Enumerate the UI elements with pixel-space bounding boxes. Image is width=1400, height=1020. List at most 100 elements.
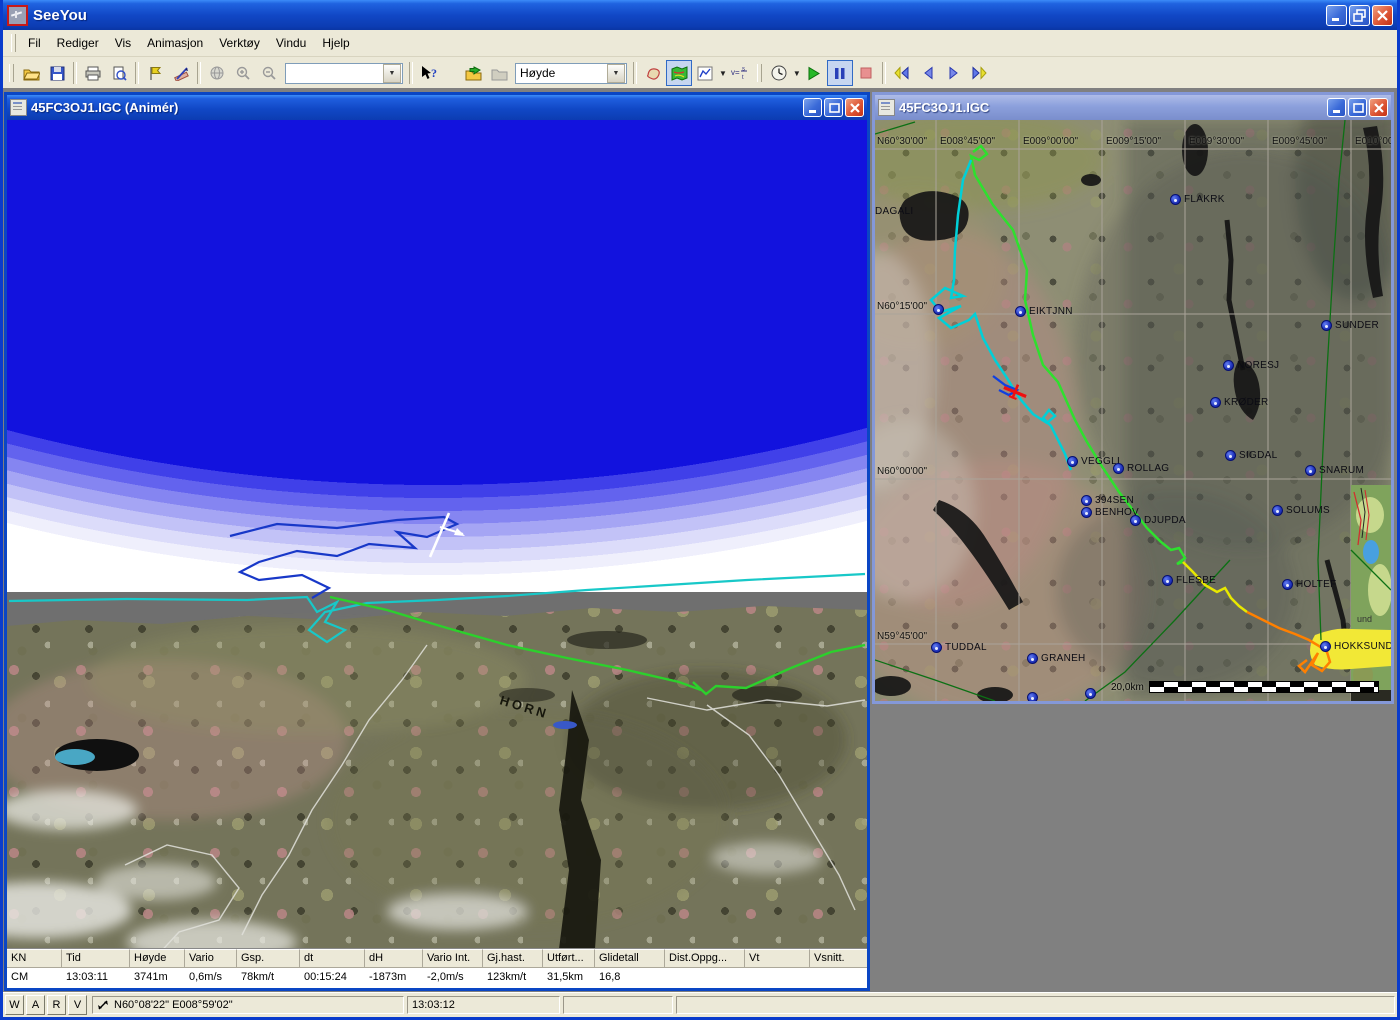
child-minimize-button[interactable] [803, 98, 822, 117]
color-by-dropdown[interactable]: ▼ [607, 64, 625, 83]
stop-button[interactable] [853, 60, 879, 86]
table-header-cell: Vario Int. [423, 949, 483, 968]
latitude-grid-label: N59°45'00" [877, 631, 927, 642]
table-header-cell: Gsp. [237, 949, 300, 968]
open-flight-button[interactable] [460, 60, 486, 86]
globe-button-disabled [204, 60, 230, 86]
menu-item[interactable]: Hjelp [314, 33, 357, 53]
svg-text:v=: v= [731, 68, 740, 77]
animation-time: 13:03:12 [412, 999, 455, 1011]
mdi-workspace: 45FC3OJ1.IGC (Animér) [3, 88, 1397, 992]
app-titlebar[interactable]: SeeYou [3, 0, 1397, 30]
waypoint-marker: DJUPDA [1130, 515, 1186, 526]
waypoint-icon [1321, 320, 1332, 331]
waypoint-marker: KRØDER [1210, 397, 1269, 408]
window-map-titlebar[interactable]: 45FC3OJ1.IGC [875, 95, 1391, 120]
flight-table-header: KNTidHøydeVarioGsp.dtdHVario Int.Gj.hast… [7, 949, 867, 968]
waypoint-marker: GRANEH [1027, 653, 1086, 664]
statusbar-mode-button[interactable]: V [68, 995, 87, 1015]
table-header-cell: KN [7, 949, 62, 968]
menu-item[interactable]: Rediger [49, 33, 107, 53]
waypoint-icon [933, 304, 944, 315]
pan-arrow-icon [97, 999, 110, 1011]
status-panel-empty-2 [676, 996, 1395, 1014]
waypoint-marker: DAGALI [875, 206, 913, 217]
play-button[interactable] [801, 60, 827, 86]
pause-button[interactable] [827, 60, 853, 86]
table-header-cell: dH [365, 949, 423, 968]
three-d-flight-view[interactable]: HORN [7, 120, 867, 949]
map-edge-label: und [1357, 614, 1372, 624]
print-button[interactable] [80, 60, 106, 86]
latitude-grid-label: N60°30'00" [877, 136, 927, 147]
waypoint-marker: FLAKRK [1170, 194, 1225, 205]
waypoint-marker [1085, 688, 1099, 699]
map-scale-bar: 20,0km [1111, 681, 1379, 693]
measure-button[interactable] [168, 60, 194, 86]
menu-item[interactable]: Animasjon [139, 33, 211, 53]
print-preview-button[interactable] [106, 60, 132, 86]
seek-start-button[interactable] [889, 60, 915, 86]
context-help-button[interactable]: ? [416, 60, 442, 86]
statusbar-mode-button[interactable]: A [26, 995, 45, 1015]
step-back-button[interactable] [915, 60, 941, 86]
flight-document-icon [878, 99, 895, 116]
airspace-button[interactable] [640, 60, 666, 86]
waypoint-marker: HOKKSUND [1320, 641, 1391, 652]
table-header-cell: Tid [62, 949, 130, 968]
flight-graph-button[interactable] [692, 60, 718, 86]
waypoint-marker: EIKTJNN [1015, 306, 1073, 317]
menu-item[interactable]: Vis [107, 33, 139, 53]
waypoint-icon [1223, 360, 1234, 371]
window-map-view: 45FC3OJ1.IGC [872, 92, 1394, 704]
menu-item[interactable]: Fil [20, 33, 49, 53]
statusbar-mode-button[interactable]: R [47, 995, 66, 1015]
child-maximize-button[interactable] [1348, 98, 1367, 117]
seek-end-button[interactable] [967, 60, 993, 86]
menu-item[interactable]: Vindu [268, 33, 314, 53]
waypoint-marker: TUDDAL [931, 642, 987, 653]
open-flight-disabled-button [486, 60, 512, 86]
optimize-flag-button[interactable] [142, 60, 168, 86]
menu-item[interactable]: Verktøy [211, 33, 268, 53]
table-header-cell: Vsnitt. [810, 949, 867, 968]
statusbar-mode-button[interactable]: W [5, 995, 24, 1015]
waypoint-icon [1081, 495, 1092, 506]
zoom-scale-dropdown[interactable]: ▼ [383, 64, 401, 83]
longitude-grid-label: E010°00 [1355, 136, 1391, 147]
child-minimize-button[interactable] [1327, 98, 1346, 117]
zoom-scale-combobox[interactable]: ▼ [285, 63, 403, 84]
menubar-gripper[interactable] [11, 34, 16, 52]
toolbar-gripper[interactable] [9, 64, 14, 82]
animation-clock-dropdown[interactable]: ▼ [793, 69, 801, 78]
map-view-button[interactable] [666, 60, 692, 86]
child-close-button[interactable] [845, 98, 864, 117]
table-value-cell: 78km/t [237, 968, 300, 987]
flight-graph-dropdown[interactable]: ▼ [719, 69, 727, 78]
waypoint-icon [1170, 194, 1181, 205]
minimize-button[interactable] [1326, 5, 1347, 26]
close-button[interactable] [1372, 5, 1393, 26]
animation-clock-button[interactable] [766, 60, 792, 86]
table-value-cell: 13:03:11 [62, 968, 130, 987]
restore-button[interactable] [1349, 5, 1370, 26]
status-panel-empty-1 [563, 996, 673, 1014]
waypoint-marker [1027, 692, 1041, 701]
window-3d-titlebar[interactable]: 45FC3OJ1.IGC (Animér) [7, 95, 867, 120]
step-forward-button[interactable] [941, 60, 967, 86]
open-button[interactable] [18, 60, 44, 86]
color-by-combobox[interactable]: Høyde ▼ [515, 63, 627, 84]
waypoint-icon [1130, 515, 1141, 526]
child-maximize-button[interactable] [824, 98, 843, 117]
child-close-button[interactable] [1369, 98, 1388, 117]
table-value-cell: 3741m [130, 968, 185, 987]
cursor-coordinates: N60°08'22" E008°59'02" [114, 999, 233, 1011]
save-button[interactable] [44, 60, 70, 86]
waypoint-marker: 394SEN [1081, 495, 1134, 506]
map-view[interactable]: E008°45'00"E009°00'00"E009°15'00"E009°30… [875, 120, 1391, 701]
table-header-cell: Gj.hast. [483, 949, 543, 968]
waypoint-icon [1272, 505, 1283, 516]
statistics-button[interactable]: v=st [727, 60, 753, 86]
table-value-cell: CM [7, 968, 62, 987]
table-header-cell: Vario [185, 949, 237, 968]
